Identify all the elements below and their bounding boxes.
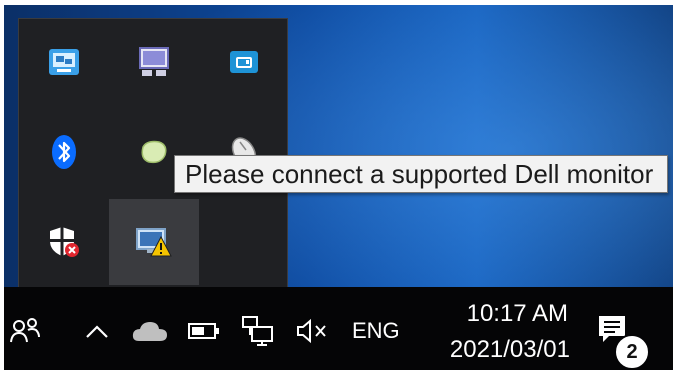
tray-item-security[interactable] bbox=[19, 199, 109, 285]
show-hidden-icons-button[interactable] bbox=[84, 318, 110, 344]
chevron-up-icon bbox=[86, 325, 108, 338]
screenshot-border-top bbox=[0, 0, 681, 5]
tray-item-bluetooth[interactable] bbox=[19, 109, 109, 195]
clock-time[interactable]: 10:17 AM bbox=[438, 300, 568, 328]
green-app-icon bbox=[141, 140, 167, 164]
display-settings-icon bbox=[139, 47, 169, 76]
security-warning-shield-icon bbox=[50, 227, 79, 257]
battery-icon bbox=[188, 323, 219, 339]
network-manager-icon bbox=[49, 49, 79, 75]
onedrive-button[interactable] bbox=[130, 316, 170, 346]
volume-button[interactable] bbox=[294, 316, 330, 346]
dell-display-manager-warning-icon bbox=[136, 228, 172, 257]
input-language-indicator[interactable]: ENG bbox=[352, 318, 400, 344]
tray-overflow-flyout bbox=[18, 18, 288, 290]
tray-item-dell-display-manager[interactable] bbox=[109, 199, 199, 285]
notification-count-badge: 2 bbox=[614, 334, 650, 370]
onedrive-cloud-icon bbox=[132, 322, 167, 341]
network-button[interactable] bbox=[240, 314, 276, 348]
screenshot-border-right bbox=[673, 0, 681, 374]
screenshot-border-bottom bbox=[0, 370, 681, 374]
bluetooth-icon bbox=[52, 135, 76, 169]
screenshot-border-left bbox=[0, 0, 4, 374]
card-reader-icon bbox=[230, 51, 258, 73]
tray-item-network-manager[interactable] bbox=[19, 19, 109, 105]
clock-date[interactable]: 2021/03/01 bbox=[430, 336, 570, 364]
people-icon bbox=[10, 318, 40, 343]
tooltip: Please connect a supported Dell monitor bbox=[174, 155, 668, 193]
wired-network-icon bbox=[242, 316, 273, 346]
volume-muted-icon bbox=[297, 318, 326, 344]
tray-item-card-reader[interactable] bbox=[199, 19, 289, 105]
tray-item-display-settings[interactable] bbox=[109, 19, 199, 105]
people-button[interactable] bbox=[8, 314, 42, 348]
battery-button[interactable] bbox=[186, 318, 222, 344]
